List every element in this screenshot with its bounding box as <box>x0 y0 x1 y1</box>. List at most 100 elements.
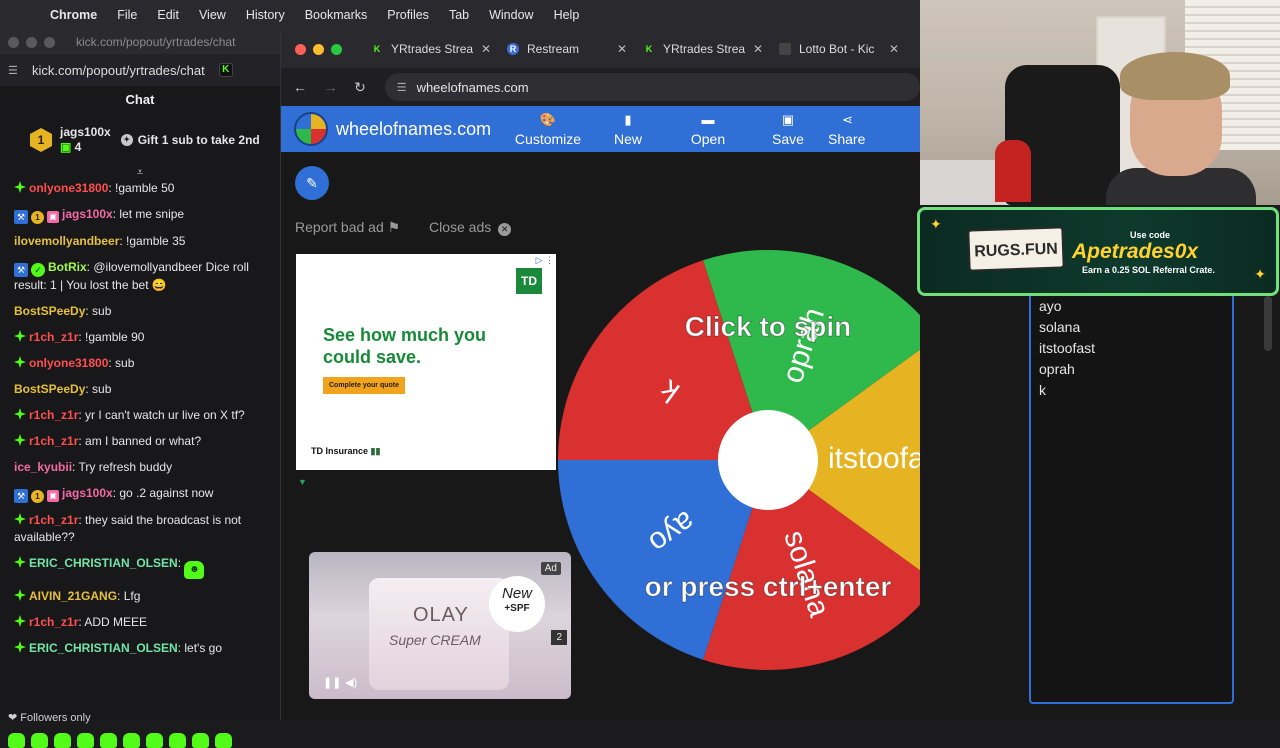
close-tab-icon[interactable]: ✕ <box>617 42 627 56</box>
ad-choices-icon[interactable]: ▷ ⋮ <box>536 255 554 266</box>
pause-icon[interactable]: ❚❚ <box>323 676 341 689</box>
wheel-center-hub[interactable] <box>718 410 818 510</box>
site-settings-icon[interactable]: ☰ <box>8 64 22 77</box>
share-button[interactable]: ⋖ Share <box>828 112 874 147</box>
close-tab-icon[interactable]: ✕ <box>753 42 763 56</box>
lotto-icon <box>779 43 791 55</box>
emote-icon[interactable] <box>123 733 140 748</box>
pinned-gifter[interactable]: jags100x ▣ 4 <box>60 125 111 155</box>
close-tab-icon[interactable]: ✕ <box>889 42 899 56</box>
menu-tab[interactable]: Tab <box>449 8 469 22</box>
report-bad-ad-link[interactable]: Report bad ad ⚑ <box>295 219 400 236</box>
entry-item[interactable]: solana <box>1039 317 1232 338</box>
browser-tab[interactable]: K YRtrades Strea ✕ <box>635 34 771 64</box>
kick-icon: K <box>373 44 381 54</box>
entries-textarea[interactable]: ayo solana itstoofast oprah k <box>1029 296 1234 704</box>
wheel-logo-icon[interactable] <box>294 112 328 146</box>
chat-username[interactable]: ERIC_CHRISTIAN_OLSEN <box>29 641 178 655</box>
customize-button[interactable]: 🎨 Customize <box>508 112 588 147</box>
close-window-button[interactable] <box>8 36 19 48</box>
emote-icon[interactable] <box>77 733 94 748</box>
menu-edit[interactable]: Edit <box>157 8 179 22</box>
emote-icon[interactable] <box>215 733 232 748</box>
menu-history[interactable]: History <box>246 8 285 22</box>
share-label: Share <box>828 130 866 147</box>
olay-video-ad[interactable]: OLAY Super CREAM New +SPF Ad 2 ❚❚ ◀) <box>309 552 571 699</box>
chat-username[interactable]: jags100x <box>62 207 113 221</box>
chat-username[interactable]: r1ch_z1r <box>29 408 78 422</box>
entry-item[interactable]: ayo <box>1039 296 1232 317</box>
chat-username[interactable]: onlyone31800 <box>29 356 108 370</box>
click-to-spin-prompt[interactable]: Click to spin <box>684 311 851 343</box>
chat-username[interactable]: r1ch_z1r <box>29 434 78 448</box>
menu-file[interactable]: File <box>117 8 137 22</box>
browser-tab[interactable]: R Restream ✕ <box>499 34 635 64</box>
close-window-button[interactable] <box>295 43 306 55</box>
speaker-icon[interactable]: ◀) <box>345 676 357 689</box>
chat-username[interactable]: onlyone31800 <box>29 181 108 195</box>
forward-arrow-icon[interactable]: → <box>324 79 355 95</box>
entry-item[interactable]: k <box>1039 380 1232 401</box>
ctrl-enter-prompt[interactable]: or press ctrl+enter <box>644 571 892 603</box>
menu-help[interactable]: Help <box>554 8 580 22</box>
chat-message: r1ch_z1r: !gamble 90 <box>14 329 270 346</box>
ad-cta-button[interactable]: Complete your quote <box>323 377 406 394</box>
chat-username[interactable]: r1ch_z1r <box>29 513 78 527</box>
chat-username[interactable]: ERIC_CHRISTIAN_OLSEN <box>29 556 178 570</box>
site-header: wheelofnames.com 🎨 Customize ▮ New ▬ Open ▣… <box>281 106 920 152</box>
menu-chrome[interactable]: Chrome <box>50 8 97 22</box>
chat-username[interactable]: ilovemollyandbeer <box>14 234 119 248</box>
expand-chevron-icon[interactable]: ⩡ <box>0 166 280 180</box>
chat-username[interactable]: r1ch_z1r <box>29 330 78 344</box>
scrollbar[interactable] <box>1264 296 1272 351</box>
reload-icon[interactable]: ↻ <box>354 79 385 96</box>
gift-sub-button[interactable]: ✦ Gift 1 sub to take 2nd <box>120 133 260 147</box>
td-insurance-ad[interactable]: ▷ ⋮ TD See how much you could save. Comp… <box>296 254 556 470</box>
chat-address-bar[interactable]: ☰ kick.com/popout/yrtrades/chat K <box>0 54 280 86</box>
menu-profiles[interactable]: Profiles <box>387 8 429 22</box>
back-arrow-icon[interactable]: ← <box>293 79 324 95</box>
close-ads-link[interactable]: Close ads ✕ <box>429 219 512 236</box>
chat-username[interactable]: BostSPeeDy <box>14 382 85 396</box>
chat-username[interactable]: AIVIN_21GANG <box>29 589 117 603</box>
emote-icon[interactable] <box>169 733 186 748</box>
chat-username[interactable]: ice_kyubii <box>14 460 72 474</box>
gift-count-icon: ▣ <box>60 140 75 154</box>
emote-icon[interactable] <box>8 733 25 748</box>
minimize-window-button[interactable] <box>26 36 37 48</box>
chat-username[interactable]: BotRix <box>48 260 87 274</box>
followers-only-text: Followers only <box>20 712 91 724</box>
chat-address-text[interactable]: kick.com/popout/yrtrades/chat <box>32 63 205 78</box>
open-button[interactable]: ▬ Open <box>668 112 748 147</box>
palette-icon: 🎨 <box>539 111 557 127</box>
kick-extension-icon[interactable]: K <box>218 63 233 77</box>
emote-icon[interactable] <box>100 733 117 748</box>
emote-icon[interactable] <box>54 733 71 748</box>
chat-username[interactable]: jags100x <box>62 486 113 500</box>
emote-icon[interactable] <box>146 733 163 748</box>
menu-view[interactable]: View <box>199 8 226 22</box>
chat-username[interactable]: BostSPeeDy <box>14 304 85 318</box>
moderator-badge-icon: ⚒ <box>14 263 28 277</box>
save-button[interactable]: ▣ Save <box>748 112 828 147</box>
address-text[interactable]: wheelofnames.com <box>417 80 529 95</box>
browser-tab[interactable]: Lotto Bot - Kic ✕ <box>771 34 907 64</box>
zoom-window-button[interactable] <box>44 36 55 48</box>
emote-icon[interactable] <box>31 733 48 748</box>
browser-tab[interactable]: K YRtrades Strea ✕ <box>363 34 499 64</box>
minimize-window-button[interactable] <box>313 43 324 55</box>
emote-icon[interactable] <box>192 733 209 748</box>
chat-username[interactable]: r1ch_z1r <box>29 615 78 629</box>
new-button[interactable]: ▮ New <box>588 112 668 147</box>
menu-window[interactable]: Window <box>489 8 533 22</box>
sparkle-badge-icon <box>14 513 26 525</box>
site-settings-icon[interactable]: ☰ <box>397 81 407 94</box>
edit-pencil-icon[interactable]: ✎ <box>295 166 329 200</box>
zoom-window-button[interactable] <box>331 43 342 55</box>
entry-item[interactable]: itstoofast <box>1039 338 1232 359</box>
entry-item[interactable]: oprah <box>1039 359 1232 380</box>
close-tab-icon[interactable]: ✕ <box>481 42 491 56</box>
menu-bookmarks[interactable]: Bookmarks <box>305 8 368 22</box>
address-bar[interactable]: ☰ wheelofnames.com <box>384 73 921 101</box>
site-title[interactable]: wheelofnames.com <box>336 119 508 140</box>
